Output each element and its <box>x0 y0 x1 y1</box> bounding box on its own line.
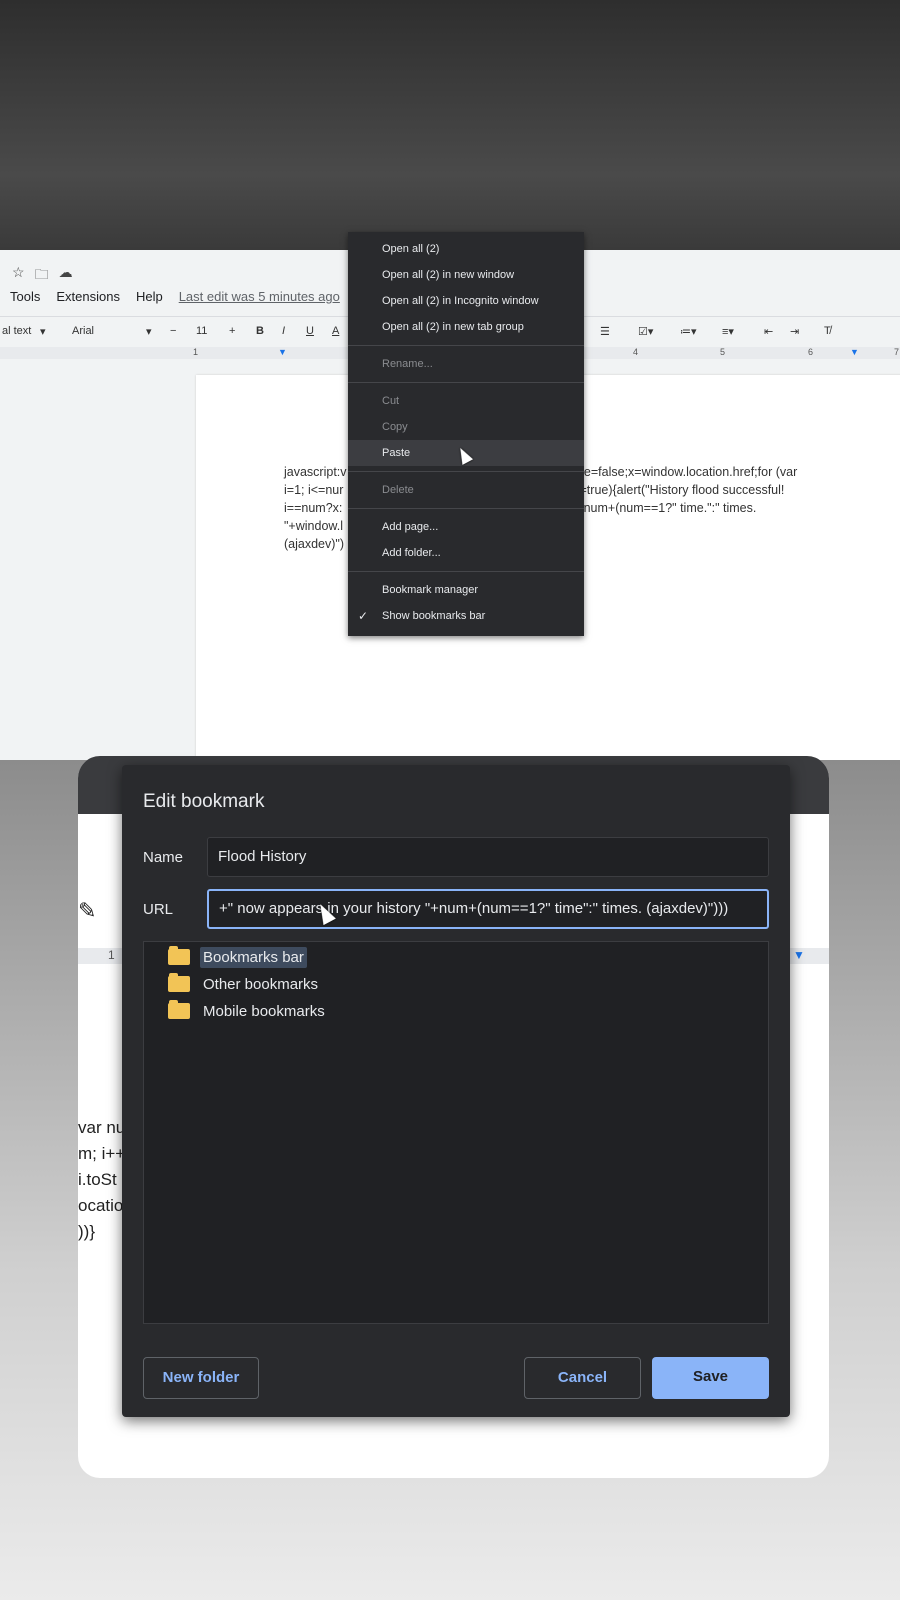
context-menu-item[interactable]: Open all (2) <box>348 236 584 262</box>
context-menu-item: Cut <box>382 395 400 407</box>
docs-menubar: Tools Extensions Help Last edit was 5 mi… <box>10 289 340 304</box>
doc-code-right: ");done=false;x=window.location.href;for… <box>551 465 798 515</box>
doc-title-icons: ☆ 🗀 ☁ <box>12 264 73 288</box>
bulleted-list-icon[interactable]: ≔▾ <box>680 325 697 338</box>
pencil-icon: ✎ <box>78 898 97 923</box>
save-button[interactable]: Save <box>652 1357 769 1399</box>
context-menu-item[interactable]: Add page... <box>348 514 584 540</box>
menu-tools[interactable]: Tools <box>10 289 40 304</box>
url-field[interactable]: +" now appears in your history "+num+(nu… <box>207 889 769 929</box>
url-label: URL <box>143 901 174 918</box>
clear-formatting-icon[interactable]: T̸ <box>824 325 831 337</box>
chevron-down-icon: ▾ <box>146 326 152 338</box>
chevron-down-icon: ▾ <box>40 326 46 338</box>
context-menu-item[interactable]: Bookmark manager <box>348 577 584 603</box>
numbered-list-icon[interactable]: ≡▾ <box>722 325 734 338</box>
folder-icon <box>168 1000 190 1019</box>
edit-bookmark-dialog: Edit bookmark Name Flood History URL +" … <box>122 765 790 1417</box>
cloud-status-icon: ☁ <box>58 264 73 280</box>
underline-button[interactable]: U <box>306 325 314 337</box>
name-field[interactable]: Flood History <box>207 837 769 877</box>
folder-tree[interactable]: Bookmarks bar Other bookmarks Mobile boo… <box>143 941 769 1324</box>
dialog-title: Edit bookmark <box>143 791 265 812</box>
bold-button[interactable]: B <box>256 325 264 337</box>
style-select[interactable]: al text <box>2 325 31 337</box>
context-menu-item[interactable]: Add folder... <box>348 540 584 566</box>
indent-marker-icon[interactable]: ▼ <box>278 347 287 357</box>
menu-separator <box>348 382 584 383</box>
font-size-increase-button[interactable]: + <box>229 325 235 337</box>
menu-separator <box>348 508 584 509</box>
context-menu-item: Delete <box>382 484 414 496</box>
checkmark-icon: ✓ <box>358 609 369 623</box>
context-menu-item: Copy <box>382 421 408 433</box>
move-to-folder-icon[interactable]: 🗀 <box>35 264 49 288</box>
font-size-decrease-button[interactable]: − <box>170 325 176 337</box>
bookmarks-context-menu: Open all (2) Open all (2) in new window Op… <box>348 232 584 636</box>
menu-extensions[interactable]: Extensions <box>56 289 120 304</box>
context-menu-item[interactable]: ✓ Show bookmarks bar <box>348 603 584 629</box>
doc-code-left: javascript:v i=1; i<=nur i==num?x: "+win… <box>284 465 347 551</box>
increase-indent-icon[interactable]: ⇥ <box>790 325 799 338</box>
folder-node-mobile-bookmarks[interactable]: Mobile bookmarks <box>168 999 328 1023</box>
new-folder-button[interactable]: New folder <box>143 1357 259 1399</box>
font-select[interactable]: Arial <box>72 325 94 337</box>
last-edit-link[interactable]: Last edit was 5 minutes ago <box>179 289 340 304</box>
dark-backdrop-top <box>0 0 900 250</box>
folder-node-bookmarks-bar[interactable]: Bookmarks bar <box>168 945 307 969</box>
checklist-icon[interactable]: ☑▾ <box>638 325 653 338</box>
folder-icon <box>168 946 190 965</box>
italic-button[interactable]: I <box>282 325 285 337</box>
cancel-button[interactable]: Cancel <box>524 1357 641 1399</box>
line-spacing-icon[interactable]: ☰ <box>600 325 610 338</box>
folder-node-other-bookmarks[interactable]: Other bookmarks <box>168 972 321 996</box>
menu-separator <box>348 471 584 472</box>
name-label: Name <box>143 849 184 866</box>
font-size-input[interactable]: 11 <box>196 325 207 337</box>
menu-separator <box>348 345 584 346</box>
star-icon[interactable]: ☆ <box>12 264 25 288</box>
context-menu-item[interactable]: Open all (2) in Incognito window <box>348 288 584 314</box>
context-menu-item[interactable]: Open all (2) in new window <box>348 262 584 288</box>
menu-help[interactable]: Help <box>136 289 163 304</box>
decrease-indent-icon[interactable]: ⇤ <box>764 325 773 338</box>
folder-icon <box>168 973 190 992</box>
menu-separator <box>348 571 584 572</box>
context-menu-item: Rename... <box>382 358 433 370</box>
text-color-button[interactable]: A <box>332 325 339 337</box>
right-indent-marker-icon[interactable]: ▼ <box>850 347 859 357</box>
context-menu-item[interactable]: Open all (2) in new tab group <box>348 314 584 340</box>
